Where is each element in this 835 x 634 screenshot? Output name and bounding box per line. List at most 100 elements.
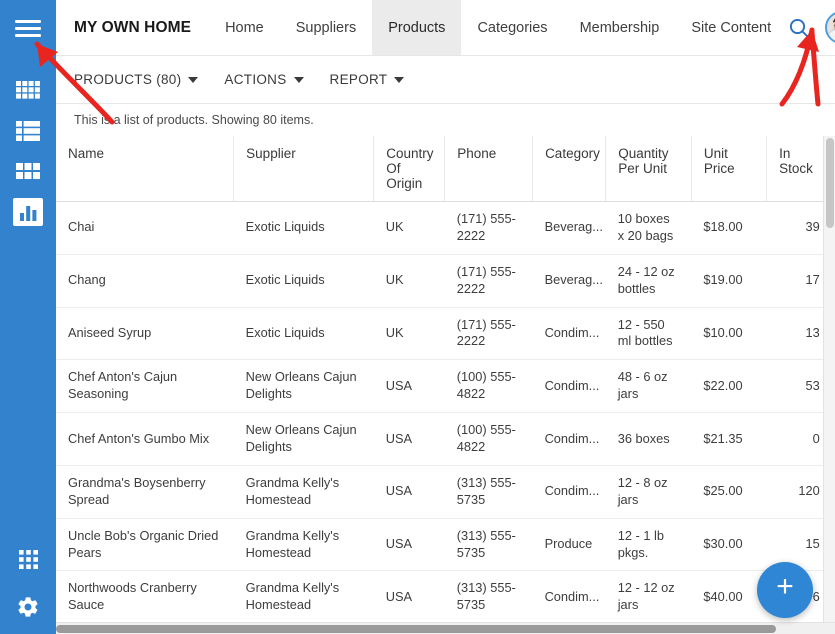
table-row[interactable]: Grandma's Boysenberry Spread Grandma Kell…	[56, 465, 835, 519]
chevron-down-icon	[188, 76, 199, 83]
cell-phone: (171) 555-2222	[444, 201, 533, 255]
brand-title: MY OWN HOME	[74, 18, 192, 36]
chevron-down-icon	[394, 76, 405, 83]
sidebar-item-settings[interactable]	[13, 594, 43, 620]
cell-quantity-per-unit: 24 - 12 oz bottles	[605, 254, 692, 308]
products-dropdown[interactable]: PRODUCTS (80)	[74, 72, 199, 87]
cell-category: Condim...	[532, 307, 606, 361]
cell-quantity-per-unit: 12 - 12 oz jars	[605, 570, 692, 625]
bar-chart-icon	[19, 205, 36, 221]
left-sidebar	[0, 0, 56, 634]
cell-category: Condim...	[532, 412, 606, 466]
cell-supplier: New Orleans Cajun Delights	[233, 412, 374, 466]
table-row[interactable]: Chef Anton's Gumbo Mix New Orleans Cajun …	[56, 412, 835, 466]
search-button[interactable]	[787, 16, 811, 40]
cell-unit-price: $22.00	[691, 359, 767, 414]
cell-supplier: Exotic Liquids	[233, 307, 374, 361]
nav-item-categories[interactable]: Categories	[461, 0, 563, 55]
table-grid-icon	[16, 80, 40, 99]
cell-unit-price: $30.00	[691, 518, 767, 572]
column-header-unit-price[interactable]: Unit Price	[691, 136, 768, 202]
actions-dropdown-label: ACTIONS	[224, 72, 287, 87]
column-header-category[interactable]: Category	[532, 136, 607, 202]
hamburger-menu-button[interactable]	[0, 0, 56, 56]
cell-unit-price: $40.00	[691, 570, 767, 625]
table-row[interactable]: Chang Exotic Liquids UK (171) 555-2222 Bever…	[56, 254, 835, 308]
column-header-phone[interactable]: Phone	[444, 136, 534, 202]
sidebar-item-list-view[interactable]	[13, 118, 43, 144]
header-actions	[787, 0, 835, 55]
cell-category: Produce	[532, 518, 606, 572]
nav-item-suppliers[interactable]: Suppliers	[280, 0, 372, 55]
cell-quantity-per-unit: 12 - 550 ml bottles	[605, 307, 692, 361]
cell-phone: (313) 555-5735	[444, 465, 533, 519]
cell-country: USA	[373, 465, 445, 519]
sidebar-item-apps[interactable]	[13, 546, 43, 572]
sidebar-item-chart-view[interactable]	[13, 198, 43, 226]
nav-item-membership[interactable]: Membership	[564, 0, 676, 55]
cell-unit-price: $25.00	[691, 465, 767, 519]
cell-quantity-per-unit: 12 - 1 lb pkgs.	[605, 518, 692, 572]
cell-supplier: Grandma Kelly's Homestead	[233, 465, 374, 519]
products-table: Name Supplier Country Of Origin Phone Ca…	[56, 136, 835, 634]
cell-country: UK	[373, 307, 445, 361]
cell-quantity-per-unit: 12 - 8 oz jars	[605, 465, 692, 519]
cell-unit-price: $18.00	[691, 201, 767, 255]
cell-country: USA	[373, 359, 445, 414]
nav-item-site-content[interactable]: Site Content	[675, 0, 787, 55]
avatar-photo-icon	[827, 13, 835, 42]
report-dropdown-label: REPORT	[329, 72, 388, 87]
main-nav: Home Suppliers Products Categories Membe…	[209, 0, 787, 55]
cell-category: Beverag...	[532, 201, 606, 255]
cell-phone: (100) 555-4822	[444, 412, 533, 466]
sidebar-item-table-view[interactable]	[13, 78, 43, 104]
horizontal-scrollbar[interactable]	[56, 622, 835, 634]
table-row[interactable]: Northwoods Cranberry Sauce Grandma Kelly'…	[56, 570, 835, 625]
nav-item-products[interactable]: Products	[372, 0, 462, 55]
add-product-button[interactable]: +	[757, 562, 813, 618]
table-row[interactable]: Chai Exotic Liquids UK (171) 555-2222 Bevera…	[56, 201, 835, 255]
horizontal-scrollbar-thumb[interactable]	[56, 625, 776, 633]
cell-phone: (313) 555-5735	[444, 518, 533, 572]
cell-supplier: New Orleans Cajun Delights	[233, 359, 374, 414]
table-row[interactable]: Aniseed Syrup Exotic Liquids UK (171) 555-2…	[56, 307, 835, 361]
cell-name: Chai	[56, 201, 234, 255]
plus-icon: +	[776, 570, 794, 603]
column-header-country[interactable]: Country Of Origin	[373, 136, 446, 202]
products-dropdown-label: PRODUCTS (80)	[74, 72, 182, 87]
apps-grid-icon	[18, 549, 38, 569]
vertical-scrollbar-thumb[interactable]	[826, 138, 834, 228]
actions-dropdown[interactable]: ACTIONS	[224, 72, 304, 87]
cell-country: USA	[373, 412, 445, 466]
sidebar-view-buttons	[13, 78, 43, 226]
cell-name: Chef Anton's Cajun Seasoning	[56, 359, 234, 414]
cell-phone: (171) 555-2222	[444, 254, 533, 308]
cell-quantity-per-unit: 36 boxes	[605, 412, 692, 466]
table-row[interactable]: Uncle Bob's Organic Dried Pears Grandma K…	[56, 518, 835, 572]
column-header-name[interactable]: Name	[56, 136, 235, 202]
cell-country: UK	[373, 254, 445, 308]
cell-phone: (171) 555-2222	[444, 307, 533, 361]
vertical-scrollbar[interactable]	[823, 136, 835, 622]
nav-item-home[interactable]: Home	[209, 0, 280, 55]
user-avatar[interactable]	[825, 11, 835, 44]
cell-phone: (100) 555-4822	[444, 359, 533, 414]
top-header: MY OWN HOME Home Suppliers Products Cate…	[56, 0, 835, 56]
cell-phone: (313) 555-5735	[444, 570, 533, 625]
sidebar-item-tile-view[interactable]	[13, 158, 43, 184]
cell-category: Beverag...	[532, 254, 606, 308]
cell-country: USA	[373, 570, 445, 625]
cell-category: Condim...	[532, 570, 606, 625]
cell-quantity-per-unit: 48 - 6 oz jars	[605, 359, 692, 414]
cell-supplier: Grandma Kelly's Homestead	[233, 570, 374, 625]
cell-unit-price: $10.00	[691, 307, 767, 361]
column-header-supplier[interactable]: Supplier	[233, 136, 375, 202]
cell-category: Condim...	[532, 359, 606, 414]
report-dropdown[interactable]: REPORT	[330, 72, 405, 87]
gear-icon	[18, 597, 38, 617]
column-header-quantity-per-unit[interactable]: Quantity Per Unit	[605, 136, 692, 202]
cell-country: USA	[373, 518, 445, 572]
products-table-container[interactable]: Name Supplier Country Of Origin Phone Ca…	[56, 136, 835, 634]
app-root: MY OWN HOME Home Suppliers Products Cate…	[0, 0, 835, 634]
table-row[interactable]: Chef Anton's Cajun Seasoning New Orleans …	[56, 359, 835, 414]
